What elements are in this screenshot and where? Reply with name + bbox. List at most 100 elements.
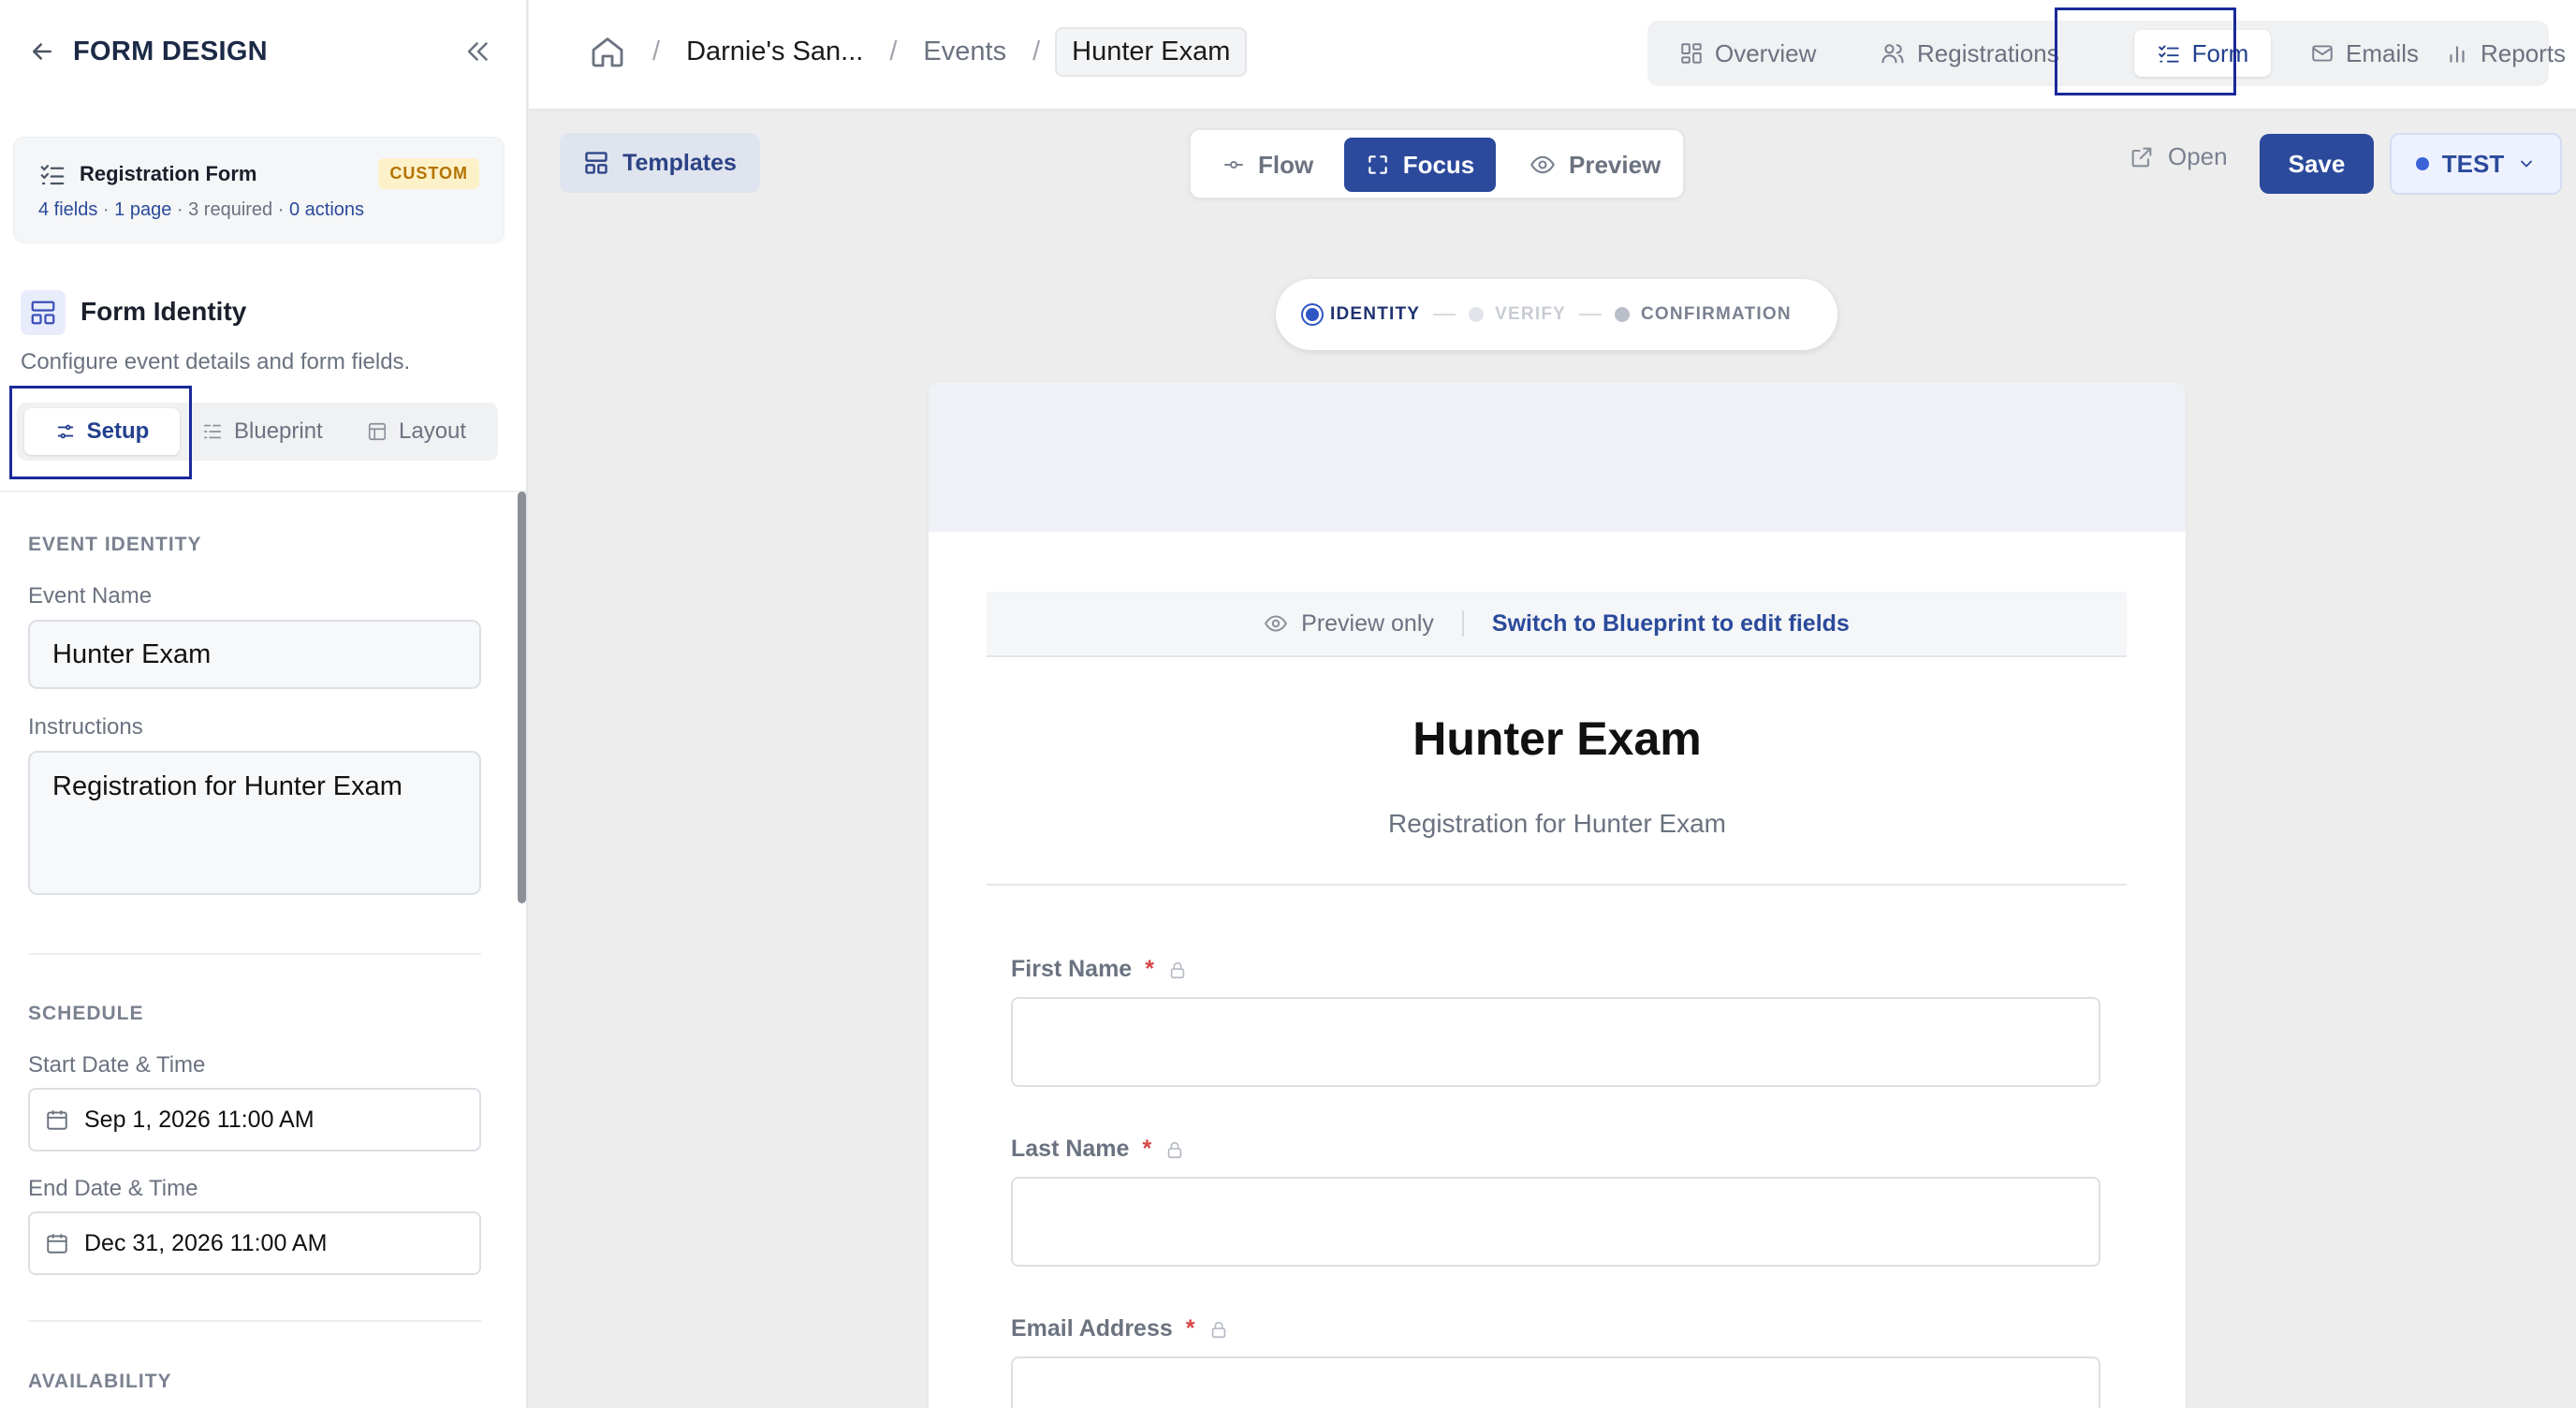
eye-icon — [1530, 152, 1556, 178]
table-icon — [367, 421, 388, 442]
form-banner — [929, 382, 2186, 532]
open-label: Open — [2168, 142, 2228, 170]
actions-count[interactable]: 0 actions — [289, 199, 364, 220]
availability-heading: AVAILABILITY — [28, 1371, 172, 1392]
tab-registrations-label: Registrations — [1917, 38, 2059, 67]
section-separator — [28, 1320, 481, 1322]
mode-preview-label: Preview — [1569, 150, 1661, 179]
status-dot — [2415, 157, 2429, 170]
layout-icon — [21, 290, 66, 335]
templates-button[interactable]: Templates — [560, 133, 760, 193]
mode-flow[interactable]: Flow — [1202, 138, 1334, 192]
required-asterisk: * — [1145, 956, 1154, 982]
instructions-label: Instructions — [28, 714, 143, 740]
form-title: Hunter Exam — [1412, 712, 1702, 765]
main-nav-tabs: Overview Registrations Form Emails Repor… — [1647, 21, 2566, 86]
form-summary-card[interactable]: Registration Form CUSTOM 4 fields · 1 pa… — [13, 137, 505, 243]
tab-reports[interactable]: Reports — [2428, 30, 2576, 77]
form-subtitle: Registration for Hunter Exam — [1387, 809, 1727, 838]
breadcrumb-separator: / — [889, 36, 898, 66]
sidebar-title: FORM DESIGN — [73, 36, 268, 66]
last-name-label: Last Name * — [1011, 1136, 1185, 1163]
breadcrumb-separator: / — [1032, 36, 1041, 66]
sidebar-header: FORM DESIGN — [0, 0, 526, 103]
start-date-label: Start Date & Time — [28, 1052, 206, 1078]
first-name-input[interactable] — [1011, 997, 2100, 1087]
step-connector — [1433, 314, 1456, 315]
tab-overview-label: Overview — [1715, 38, 1817, 67]
calendar-icon — [45, 1107, 69, 1132]
tab-emails-label: Emails — [2346, 38, 2420, 67]
breadcrumb-separator: / — [652, 36, 661, 66]
step-dot — [1615, 307, 1630, 322]
arrow-left-icon[interactable] — [28, 37, 56, 66]
mode-focus-label: Focus — [1402, 150, 1475, 179]
list-check-icon — [38, 160, 66, 188]
open-button[interactable]: Open — [2129, 142, 2228, 171]
lock-icon — [1167, 960, 1188, 980]
step-connector — [1579, 314, 1602, 315]
end-date-label: End Date & Time — [28, 1176, 198, 1201]
layout-icon — [583, 150, 609, 176]
last-name-input[interactable] — [1011, 1177, 2100, 1267]
top-bar: / Darnie's San... / Events / Hunter Exam… — [529, 0, 2576, 110]
eye-icon — [1264, 611, 1288, 636]
tab-form[interactable]: Form — [2134, 30, 2271, 77]
breadcrumb-org[interactable]: Darnie's San... — [686, 37, 863, 67]
external-link-icon — [2129, 144, 2155, 170]
sidebar-scrollbar[interactable] — [518, 491, 526, 903]
pages-count[interactable]: 1 page — [114, 199, 171, 220]
lock-icon — [1164, 1139, 1185, 1160]
save-button[interactable]: Save — [2260, 134, 2374, 194]
mode-flow-label: Flow — [1258, 150, 1314, 179]
schedule-heading: SCHEDULE — [28, 1003, 144, 1024]
environment-dropdown[interactable]: TEST — [2390, 133, 2562, 195]
home-icon[interactable] — [589, 33, 626, 70]
start-date-input[interactable]: Sep 1, 2026 11:00 AM — [28, 1088, 481, 1151]
tab-overview[interactable]: Overview — [1662, 30, 1833, 77]
tab-form-label: Form — [2191, 38, 2249, 67]
mode-focus[interactable]: Focus — [1344, 138, 1496, 192]
breadcrumb-current: Hunter Exam — [1055, 26, 1248, 77]
chevron-down-icon — [2517, 154, 2536, 173]
flow-icon — [1222, 154, 1245, 176]
event-name-input[interactable]: Hunter Exam — [28, 620, 481, 689]
breadcrumb-events[interactable]: Events — [923, 37, 1006, 67]
start-date-value: Sep 1, 2026 11:00 AM — [84, 1106, 315, 1133]
step-verify-label: VERIFY — [1495, 304, 1566, 324]
switch-to-blueprint-link[interactable]: Switch to Blueprint to edit fields — [1492, 610, 1850, 638]
step-confirmation[interactable]: CONFIRMATION — [1615, 304, 1792, 325]
required-count: 3 required — [188, 199, 273, 220]
step-identity-label: IDENTITY — [1330, 304, 1421, 324]
tab-setup[interactable]: Setup — [24, 408, 180, 455]
breadcrumb: / Darnie's San... / Events / Hunter Exam — [589, 24, 1248, 79]
email-input[interactable] — [1011, 1357, 2100, 1408]
divider — [0, 491, 526, 492]
tab-layout[interactable]: Layout — [356, 408, 492, 455]
form-meta: 4 fields · 1 page · 3 required · 0 actio… — [38, 199, 365, 220]
section-title: Form Identity — [80, 297, 247, 326]
chevrons-left-icon[interactable] — [462, 36, 494, 67]
mode-preview[interactable]: Preview — [1509, 138, 1681, 192]
preview-notice: Preview only Switch to Blueprint to edit… — [987, 592, 2127, 657]
form-steps: IDENTITY VERIFY CONFIRMATION — [1276, 279, 1837, 350]
tab-setup-label: Setup — [86, 418, 150, 444]
tab-emails[interactable]: Emails — [2293, 30, 2436, 77]
fields-count[interactable]: 4 fields — [38, 199, 97, 220]
tab-reports-label: Reports — [2481, 38, 2567, 67]
form-name: Registration Form — [80, 162, 257, 185]
grid-icon — [1679, 41, 1704, 66]
end-date-input[interactable]: Dec 31, 2026 11:00 AM — [28, 1211, 481, 1275]
instructions-textarea[interactable]: Registration for Hunter Exam — [28, 751, 481, 895]
required-asterisk: * — [1142, 1136, 1152, 1162]
step-dot — [1306, 308, 1319, 321]
tab-registrations[interactable]: Registrations — [1863, 30, 2076, 77]
environment-label: TEST — [2441, 149, 2505, 178]
bar-chart-icon — [2445, 41, 2469, 66]
tab-blueprint[interactable]: Blueprint — [191, 408, 348, 455]
templates-label: Templates — [622, 149, 737, 176]
step-identity[interactable]: IDENTITY — [1306, 304, 1420, 325]
event-identity-heading: EVENT IDENTITY — [28, 534, 202, 555]
sidebar: FORM DESIGN Registration Form CUSTOM 4 f… — [0, 0, 528, 1408]
divider — [1461, 610, 1464, 637]
